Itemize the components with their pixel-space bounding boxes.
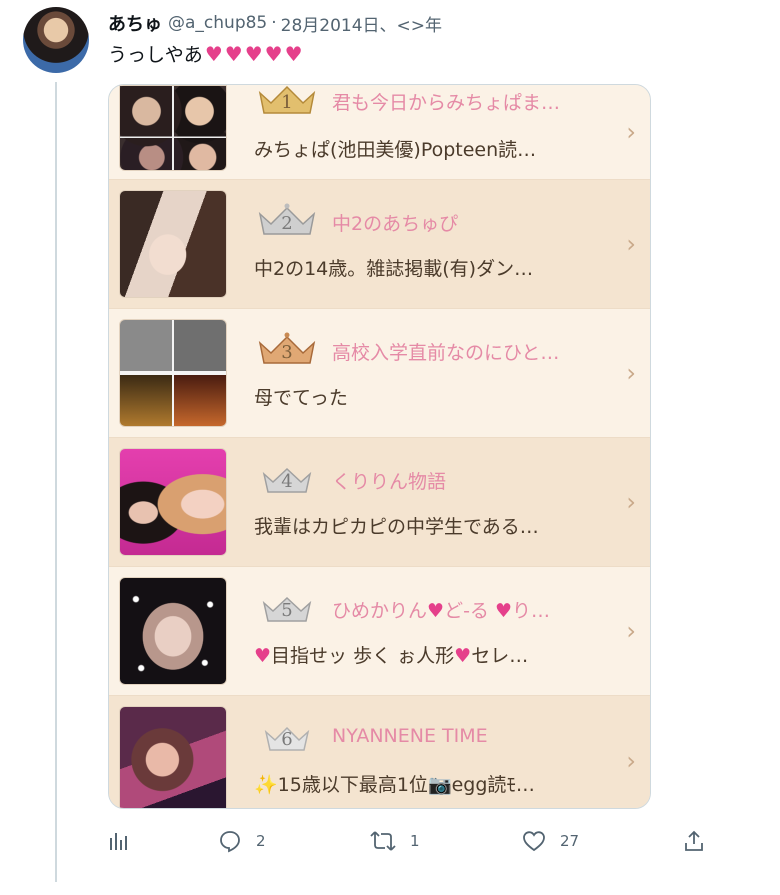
chevron-right-icon: › [626, 230, 636, 258]
ranking-title: 中2のあちゅぴ [332, 213, 459, 235]
chevron-right-icon: › [626, 118, 636, 146]
retweet-count: 1 [410, 832, 420, 850]
crown-icon: 2 [256, 202, 318, 238]
chevron-right-icon: › [626, 617, 636, 645]
ranking-thumbnail [119, 706, 227, 808]
ranking-title: 君も今日からみちょぱま… [332, 92, 561, 114]
reply-button[interactable]: 2 [218, 829, 266, 853]
crown-icon: 6 [256, 718, 318, 754]
avatar[interactable] [23, 7, 89, 73]
thread-line [55, 82, 57, 882]
ranking-desc: ✨15歳以下最高1位📷egg読ﾓ… [254, 774, 535, 796]
heart-icon: ♥ [224, 41, 243, 66]
tweet-text: うっしやあ ♥ ♥ ♥ ♥ ♥ [108, 40, 305, 67]
analytics-icon [110, 833, 127, 850]
heart-icon: ♥ [427, 600, 445, 622]
ranking-thumbnail [119, 190, 227, 298]
views-button[interactable] [108, 830, 130, 852]
ranking-desc: ♥目指せッ 歩く ぉ人形♥セレ… [254, 645, 529, 667]
ranking-title: くりりん物語 [332, 471, 447, 493]
ranking-desc: 我輩はカピカピの中学生である… [254, 516, 539, 538]
ranking-thumbnail [119, 577, 227, 685]
heart-icon: ♥ [454, 645, 472, 667]
ranking-row-3: 3 高校入学直前なのにひと… 母でてった › [109, 309, 650, 438]
heart-icon: ♥ [264, 41, 283, 66]
heart-emojis: ♥ ♥ ♥ ♥ ♥ [205, 44, 305, 64]
display-name[interactable]: あちゅ [108, 10, 162, 36]
heart-icon: ♥ [284, 41, 303, 66]
heart-icon: ♥ [204, 41, 223, 66]
crown-icon: 5 [256, 589, 318, 625]
retweet-icon [370, 831, 396, 851]
ranking-row-1: 1 君も今日からみちょぱま… みちょぱ(池田美優)Popteen読… › [109, 85, 650, 180]
reply-icon [220, 831, 240, 853]
handle[interactable]: @a_chup85 [168, 13, 267, 33]
ranking-row-4: 4 くりりん物語 我輩はカピカピの中学生である… › [109, 438, 650, 567]
ranking-row-2: 2 中2のあちゅぴ 中2の14歳。雑誌掲載(有)ダン… › [109, 180, 650, 309]
retweet-button[interactable]: 1 [370, 830, 420, 852]
chevron-right-icon: › [626, 746, 636, 775]
chevron-right-icon: › [626, 359, 636, 387]
crown-icon: 4 [256, 460, 318, 496]
crown-icon: 1 [256, 85, 318, 117]
reply-count: 2 [256, 832, 266, 850]
separator: · [271, 13, 277, 33]
ranking-row-6: 6 NYANNENE TIME ✨15歳以下最高1位📷egg読ﾓ… › [109, 696, 650, 808]
like-button[interactable]: 27 [522, 830, 579, 852]
tweet-actions: 2 1 27 [108, 823, 708, 859]
tweet-header: あちゅ @a_chup85 · 28月2014日、<>年 [108, 10, 442, 36]
tweet-date[interactable]: 28月2014日、<>年 [281, 11, 442, 36]
ranking-thumbnail [119, 448, 227, 556]
ranking-desc: 母でてった [254, 387, 348, 409]
share-button[interactable] [683, 830, 705, 852]
ranking-desc: みちょぱ(池田美優)Popteen読… [254, 139, 537, 161]
share-icon [685, 830, 703, 851]
sparkles-icon: ✨ [254, 774, 278, 796]
chevron-right-icon: › [626, 488, 636, 516]
ranking-thumbnail [119, 85, 227, 171]
tweet-text-body: うっしやあ [108, 44, 203, 66]
crown-icon: 3 [256, 331, 318, 367]
ranking-desc: 中2の14歳。雑誌掲載(有)ダン… [254, 258, 534, 280]
ranking-title: ひめかりん♥ど-る ♥り… [332, 600, 551, 622]
heart-icon: ♥ [244, 41, 263, 66]
ranking-row-5: 5 ひめかりん♥ど-る ♥り… ♥目指せッ 歩く ぉ人形♥セレ… › [109, 567, 650, 696]
camera-icon: 📷 [427, 774, 452, 796]
like-count: 27 [560, 832, 580, 850]
ranking-thumbnail [119, 319, 227, 427]
heart-icon: ♥ [494, 600, 513, 622]
attached-image[interactable]: 1 君も今日からみちょぱま… みちょぱ(池田美優)Popteen読… › 2 中… [108, 84, 651, 809]
heart-outline-icon [523, 831, 545, 852]
ranking-title: NYANNENE TIME [332, 725, 488, 747]
ranking-title: 高校入学直前なのにひと… [332, 342, 560, 364]
heart-icon: ♥ [254, 645, 272, 667]
